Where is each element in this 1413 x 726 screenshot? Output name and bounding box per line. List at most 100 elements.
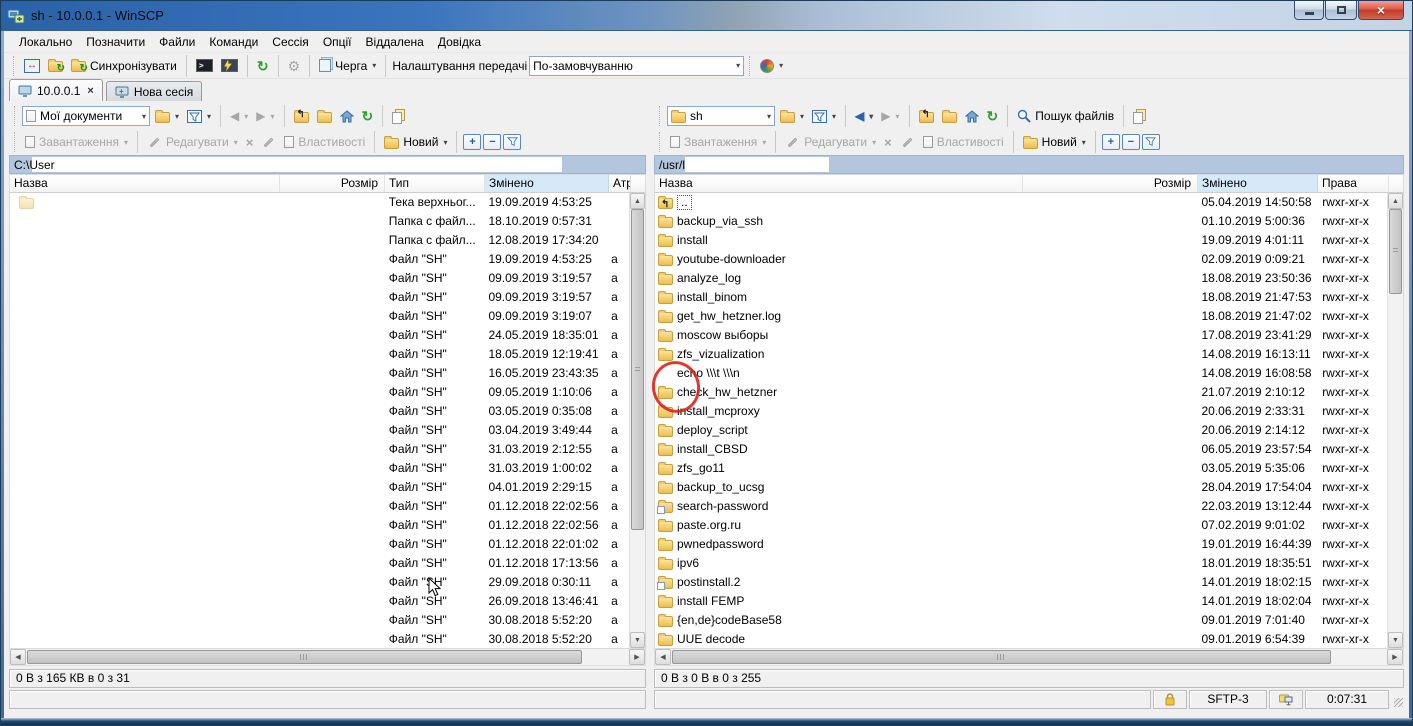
- refresh-session-button[interactable]: ↻: [254, 57, 272, 75]
- remote-filter2-button[interactable]: [1142, 134, 1160, 150]
- local-vertical-scrollbar[interactable]: ▲ ▼: [629, 193, 645, 648]
- local-root-dir-button[interactable]: [314, 108, 335, 125]
- menu-item-3[interactable]: Команди: [202, 32, 265, 53]
- table-row[interactable]: Файл "SH"30.08.2018 5:52:20a: [10, 611, 629, 630]
- scroll-track[interactable]: [1388, 209, 1403, 632]
- remote-horizontal-scrollbar[interactable]: ◀ ▶: [654, 649, 1404, 666]
- transfer-settings-combo[interactable]: По-замовчуванню ▾: [529, 56, 744, 76]
- session-tab-1[interactable]: +Нова сесія: [106, 81, 202, 101]
- table-row[interactable]: backup_via_ssh01.10.2019 5:00:36rwxr-xr-…: [655, 212, 1387, 231]
- local-forward-button[interactable]: ▶▾: [253, 107, 277, 125]
- table-row[interactable]: pwnedpassword19.01.2019 16:44:39rwxr-xr-…: [655, 535, 1387, 554]
- open-console-button[interactable]: [218, 57, 241, 74]
- scroll-thumb[interactable]: [27, 650, 582, 664]
- menu-item-0[interactable]: Локально: [12, 32, 79, 53]
- remote-edit-button[interactable]: Редагувати ▾: [782, 133, 879, 151]
- menu-item-7[interactable]: Довідка: [431, 32, 488, 53]
- column-header-4[interactable]: Атр: [609, 175, 631, 192]
- local-download-button[interactable]: Завантаження ▾: [22, 133, 131, 151]
- table-row[interactable]: moscow выборы17.08.2019 23:41:29rwxr-xr-…: [655, 326, 1387, 345]
- remote-parent-dir-button[interactable]: ↰: [916, 108, 937, 125]
- table-row[interactable]: Файл "SH"03.05.2019 0:35:08a: [10, 402, 629, 421]
- table-row[interactable]: Файл "SH"19.09.2019 4:53:25a: [10, 250, 629, 269]
- column-header-2[interactable]: Тип: [385, 175, 485, 192]
- table-row[interactable]: install_CBSD06.05.2019 23:57:54rwxr-xr-x: [655, 440, 1387, 459]
- remote-filter-button[interactable]: ▾: [809, 108, 839, 125]
- remote-refresh-button[interactable]: ↻: [984, 107, 1002, 125]
- remote-vertical-scrollbar[interactable]: ▲ ▼: [1387, 193, 1403, 648]
- table-row[interactable]: ↰..05.04.2019 14:50:58rwxr-xr-x: [655, 193, 1387, 212]
- menu-item-6[interactable]: Віддалена: [359, 32, 431, 53]
- table-row[interactable]: Файл "SH"31.03.2019 2:12:55a: [10, 440, 629, 459]
- remote-home-dir-button[interactable]: [962, 108, 982, 125]
- remote-delete-button[interactable]: ×: [881, 133, 895, 152]
- remote-path-bar[interactable]: /usr/l: [654, 155, 1404, 174]
- column-header-3[interactable]: Права: [1318, 175, 1389, 192]
- scroll-up-button[interactable]: ▲: [630, 193, 645, 209]
- table-row[interactable]: postinstall.214.01.2019 18:02:15rwxr-xr-…: [655, 573, 1387, 592]
- table-row[interactable]: Файл "SH"09.09.2019 3:19:57a: [10, 269, 629, 288]
- table-row[interactable]: Файл "SH"01.12.2018 22:02:56a: [10, 497, 629, 516]
- preferences-button[interactable]: ⚙: [285, 57, 304, 75]
- remote-rename-button[interactable]: [897, 139, 918, 146]
- table-row[interactable]: install FEMP14.01.2019 18:02:04rwxr-xr-x: [655, 592, 1387, 611]
- remote-find-files-button[interactable]: Пошук файлів: [1014, 107, 1117, 125]
- table-row[interactable]: Файл "SH"09.09.2019 3:19:07a: [10, 307, 629, 326]
- table-row[interactable]: Файл "SH"30.08.2018 5:52:20a: [10, 630, 629, 648]
- local-delete-button[interactable]: ×: [243, 133, 257, 152]
- table-row[interactable]: Папка с файл...12.08.2019 17:34:20: [10, 231, 629, 250]
- local-refresh-button[interactable]: ↻: [359, 107, 377, 125]
- local-edit-button[interactable]: Редагувати ▾: [144, 133, 241, 151]
- local-horizontal-scrollbar[interactable]: ◀ ▶: [9, 649, 646, 666]
- minimize-button[interactable]: [1294, 1, 1324, 20]
- table-row[interactable]: backup_to_ucsg28.04.2019 17:54:04rwxr-xr…: [655, 478, 1387, 497]
- table-row[interactable]: Файл "SH"09.09.2019 3:19:57a: [10, 288, 629, 307]
- tab-close-icon[interactable]: ×: [87, 85, 93, 97]
- table-row[interactable]: ipv618.01.2019 18:35:51rwxr-xr-x: [655, 554, 1387, 573]
- column-header-0[interactable]: Назва: [655, 175, 1023, 192]
- protocol-cell[interactable]: SFTP-3: [1189, 690, 1267, 709]
- column-header-1[interactable]: Розмір: [1023, 175, 1198, 192]
- encryption-lock-cell[interactable]: [1153, 690, 1187, 709]
- table-row[interactable]: Тека верхньог...19.09.2019 4:53:25: [10, 193, 629, 212]
- remote-back-button[interactable]: ◀▾: [852, 107, 876, 125]
- remote-download-button[interactable]: Звантаження ▾: [667, 133, 769, 151]
- table-row[interactable]: Файл "SH"01.12.2018 22:02:56a: [10, 516, 629, 535]
- local-properties-button[interactable]: Властивості: [281, 133, 368, 151]
- session-color-button[interactable]: ▾: [757, 57, 786, 75]
- scroll-right-button[interactable]: ▶: [1387, 649, 1403, 665]
- connection-cell[interactable]: [1269, 690, 1303, 709]
- table-row[interactable]: install19.09.2019 4:01:11rwxr-xr-x: [655, 231, 1387, 250]
- remote-drive-combo[interactable]: sh ▾: [667, 106, 775, 126]
- table-row[interactable]: Файл "SH"31.03.2019 1:00:02a: [10, 459, 629, 478]
- table-row[interactable]: paste.org.ru07.02.2019 9:01:02rwxr-xr-x: [655, 516, 1387, 535]
- column-header-3[interactable]: Змінено: [485, 175, 609, 192]
- table-row[interactable]: Файл "SH"18.05.2019 12:19:41a: [10, 345, 629, 364]
- menu-item-2[interactable]: Файли: [152, 32, 202, 53]
- local-select-button[interactable]: +: [463, 134, 481, 150]
- remote-new-button[interactable]: Новий ▾: [1020, 133, 1089, 151]
- local-drive-combo[interactable]: Мої документи ▾: [22, 106, 150, 126]
- table-row[interactable]: Файл "SH"01.12.2018 22:01:02a: [10, 535, 629, 554]
- local-unselect-button[interactable]: −: [483, 134, 501, 150]
- resize-grip[interactable]: [1391, 690, 1404, 709]
- table-row[interactable]: Файл "SH"26.09.2018 13:46:41a: [10, 592, 629, 611]
- scroll-left-button[interactable]: ◀: [10, 649, 26, 665]
- scroll-right-button[interactable]: ▶: [629, 649, 645, 665]
- table-row[interactable]: Файл "SH"03.04.2019 3:49:44a: [10, 421, 629, 440]
- table-row[interactable]: zfs_go1103.05.2019 5:35:06rwxr-xr-x: [655, 459, 1387, 478]
- table-row[interactable]: Файл "SH"29.09.2018 0:30:11a: [10, 573, 629, 592]
- scroll-track[interactable]: [671, 649, 1387, 665]
- remote-root-dir-button[interactable]: [939, 108, 960, 125]
- title-bar[interactable]: sh - 10.0.0.1 - WinSCP ×: [1, 1, 1412, 31]
- open-terminal-button[interactable]: >: [193, 57, 216, 74]
- table-row[interactable]: analyze_log18.08.2019 23:50:36rwxr-xr-x: [655, 269, 1387, 288]
- table-row[interactable]: Файл "SH"24.05.2019 18:35:01a: [10, 326, 629, 345]
- scroll-thumb[interactable]: [672, 650, 1331, 664]
- local-open-dir-button[interactable]: ▾: [152, 108, 182, 125]
- remote-path-input[interactable]: [685, 157, 829, 172]
- local-rename-button[interactable]: [258, 139, 279, 146]
- queue-button[interactable]: Черга ▾: [316, 57, 379, 75]
- local-home-dir-button[interactable]: [337, 108, 357, 125]
- remote-copy-path-button[interactable]: [1130, 107, 1146, 126]
